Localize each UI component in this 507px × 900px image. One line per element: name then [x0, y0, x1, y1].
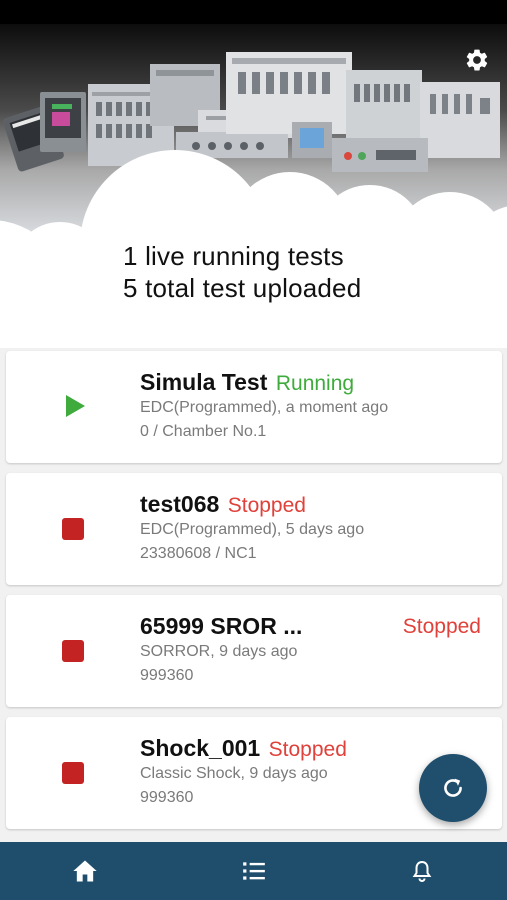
test-name: Simula Test [140, 369, 268, 395]
stop-icon [62, 762, 84, 784]
test-status: Stopped [268, 738, 347, 761]
settings-button[interactable] [461, 44, 493, 76]
test-status: Running [275, 372, 355, 395]
test-name: test068 [140, 491, 220, 517]
test-device: 999360 [140, 789, 194, 806]
home-icon [73, 860, 97, 882]
test-device: 999360 [140, 667, 194, 684]
test-detail: EDC(Programmed), 5 days ago [140, 521, 365, 538]
test-device: 0 / Chamber No.1 [140, 423, 267, 440]
stop-icon [62, 518, 84, 540]
test-name: Shock_001 [140, 735, 261, 761]
test-detail: EDC(Programmed), a moment ago [140, 399, 389, 416]
bell-icon [412, 860, 432, 882]
refresh-icon [444, 778, 462, 797]
test-detail: Classic Shock, 9 days ago [140, 765, 328, 782]
test-card-65999-sror[interactable]: 65999 SROR ... Stopped SORROR, 9 days ag… [6, 595, 502, 707]
stop-icon [62, 640, 84, 662]
test-summary: 1 live running tests 5 total test upload… [123, 240, 361, 304]
refresh-button[interactable] [419, 754, 487, 822]
play-icon [66, 395, 85, 417]
nav-home[interactable] [68, 854, 102, 888]
gear-icon [466, 49, 488, 71]
test-status: Stopped [227, 494, 306, 517]
test-card-simula-test[interactable]: Simula Test Running EDC(Programmed), a m… [6, 351, 502, 463]
test-status: Stopped [402, 615, 481, 638]
header-banner: 1 live running tests 5 total test upload… [0, 0, 507, 348]
total-tests-count: 5 total test uploaded [123, 273, 362, 303]
live-tests-count: 1 live running tests [123, 241, 344, 271]
bottom-navigation [0, 842, 507, 900]
test-device: 23380608 / NC1 [140, 545, 257, 562]
test-name: 65999 SROR ... [140, 613, 303, 639]
nav-notifications[interactable] [405, 854, 439, 888]
test-detail: SORROR, 9 days ago [140, 643, 298, 660]
list-icon [243, 862, 265, 880]
nav-list[interactable] [237, 854, 271, 888]
test-card-test068[interactable]: test068 Stopped EDC(Programmed), 5 days … [6, 473, 502, 585]
